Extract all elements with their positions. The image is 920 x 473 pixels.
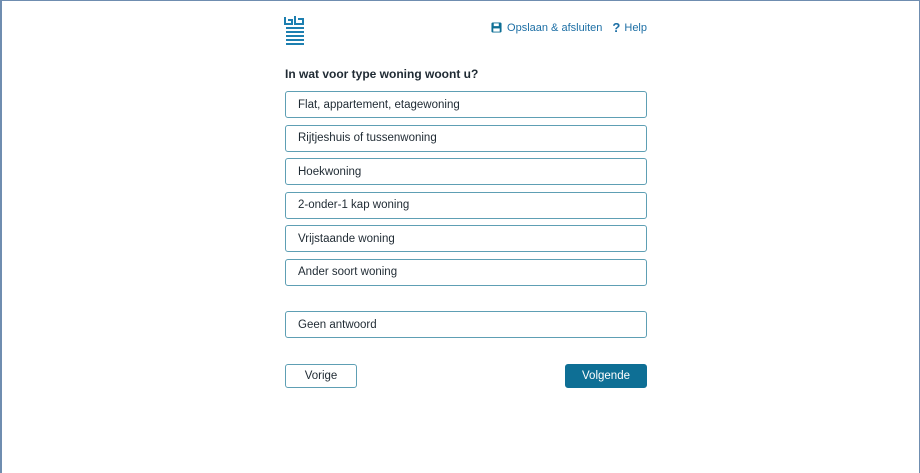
next-button[interactable]: Volgende (565, 364, 647, 388)
option-geen-antwoord[interactable]: Geen antwoord (285, 311, 647, 338)
save-and-close-label: Opslaan & afsluiten (507, 21, 603, 34)
help-link[interactable]: ? Help (612, 21, 647, 34)
previous-button[interactable]: Vorige (285, 364, 357, 388)
option-2-onder-1-kap[interactable]: 2-onder-1 kap woning (285, 191, 647, 219)
option-ander-soort[interactable]: Ander soort woning (285, 258, 647, 286)
cbs-logo (284, 16, 304, 45)
option-flat[interactable]: Flat, appartement, etagewoning (285, 91, 647, 118)
survey-container: Opslaan & afsluiten ? Help In wat voor t… (284, 0, 647, 473)
question-title: In wat voor type woning woont u? (285, 67, 479, 81)
option-vrijstaand[interactable]: Vrijstaande woning (285, 225, 647, 253)
question-mark-icon: ? (612, 20, 621, 35)
option-hoekwoning[interactable]: Hoekwoning (285, 158, 647, 186)
save-and-close-link[interactable]: Opslaan & afsluiten (491, 22, 602, 34)
option-rijtjeshuis[interactable]: Rijtjeshuis of tussenwoning (285, 124, 647, 152)
answer-options: Flat, appartement, etagewoning Rijtjeshu… (285, 91, 647, 293)
header-links: Opslaan & afsluiten ? Help (491, 21, 647, 34)
help-label: Help (624, 21, 647, 34)
save-icon (491, 22, 502, 33)
